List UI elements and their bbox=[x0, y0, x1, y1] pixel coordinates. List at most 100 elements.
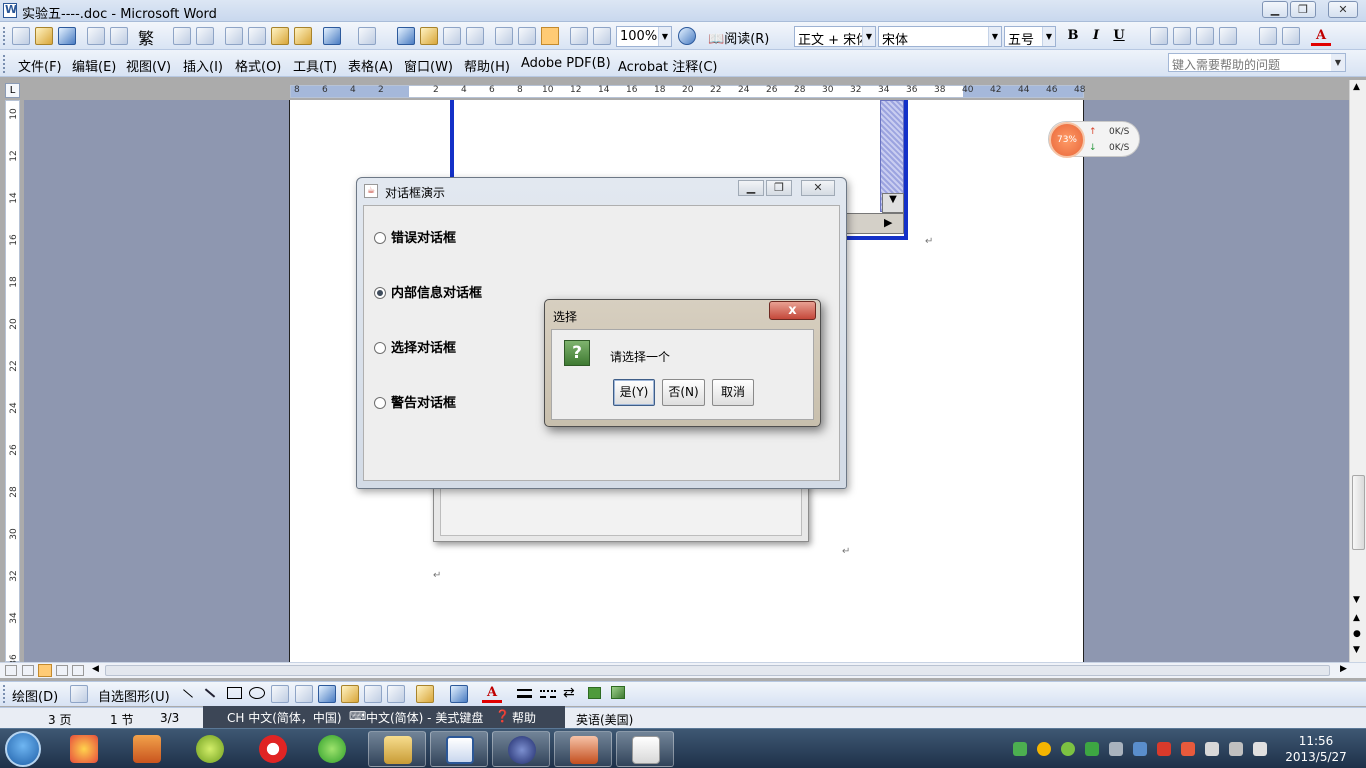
menu-adobe-pdf[interactable]: Adobe PDF(B) bbox=[521, 56, 611, 71]
monitor-icon[interactable] bbox=[1109, 742, 1123, 756]
signal-icon[interactable] bbox=[1253, 742, 1267, 756]
open-folder-icon[interactable] bbox=[35, 27, 53, 45]
vertical-scrollbar[interactable]: ▲ ▼ ▲ ● ▼ bbox=[1349, 80, 1366, 662]
help-search-input[interactable]: 键入需要帮助的问题 ▼ bbox=[1168, 53, 1346, 72]
line-color-icon[interactable] bbox=[450, 685, 468, 703]
web-view-icon[interactable] bbox=[22, 665, 34, 676]
horizontal-ruler[interactable]: 8 6 4 2 2 4 6 8 10 12 14 16 18 20 22 24 26 28 30 32 34 36 38 40… bbox=[290, 85, 1085, 98]
undo-icon[interactable] bbox=[323, 27, 341, 45]
read-button[interactable]: 📖阅读(R) bbox=[708, 28, 769, 47]
cut-icon[interactable] bbox=[225, 27, 243, 45]
insert-excel-icon[interactable] bbox=[466, 27, 484, 45]
save-icon[interactable] bbox=[58, 27, 76, 45]
font-color-button[interactable]: A bbox=[1311, 26, 1331, 46]
underline-button[interactable]: U bbox=[1109, 26, 1129, 46]
dash-style-icon[interactable] bbox=[540, 690, 556, 698]
style-select[interactable]: 正文 + 宋体 ▼ bbox=[794, 26, 876, 48]
show-hide-icon[interactable] bbox=[570, 27, 588, 45]
copy-icon[interactable] bbox=[248, 27, 266, 45]
menu-acrobat-comments[interactable]: Acrobat 注释(C) bbox=[618, 56, 718, 75]
ime-keyboard[interactable]: 中文(简体) - 美式键盘 bbox=[366, 709, 483, 726]
show-formatting-icon[interactable] bbox=[593, 27, 611, 45]
tray-app-icon[interactable] bbox=[1013, 742, 1027, 756]
taskbar-app-3[interactable] bbox=[181, 731, 239, 767]
draw-menu-button[interactable]: 绘图(D) bbox=[12, 686, 58, 705]
insert-table-icon[interactable] bbox=[443, 27, 461, 45]
restore-button[interactable]: ❐ bbox=[1290, 1, 1316, 18]
arrow-icon[interactable] bbox=[204, 688, 216, 698]
clip-art-icon[interactable] bbox=[364, 685, 382, 703]
paste-icon[interactable] bbox=[271, 27, 289, 45]
columns-icon[interactable] bbox=[495, 27, 513, 45]
radio-circle[interactable] bbox=[374, 342, 386, 354]
ime-help[interactable]: 帮助 bbox=[512, 709, 536, 726]
oval-icon[interactable] bbox=[249, 687, 265, 699]
radio-error-dialog[interactable]: 错误对话框 bbox=[374, 227, 456, 246]
hscroll-track[interactable] bbox=[105, 665, 1330, 676]
tables-borders-icon[interactable] bbox=[420, 27, 438, 45]
radio-info-dialog[interactable]: 内部信息对话框 bbox=[374, 282, 482, 301]
cancel-button[interactable]: 取消 bbox=[712, 379, 754, 406]
font-size-select[interactable]: 五号 ▼ bbox=[1004, 26, 1056, 48]
vertical-ruler[interactable]: 10 12 14 16 18 20 22 24 26 28 30 32 34 36 bbox=[5, 100, 20, 666]
taskbar-eclipse[interactable] bbox=[492, 731, 550, 767]
line-spacing-icon[interactable] bbox=[1219, 27, 1237, 45]
close-button[interactable]: ✕ bbox=[1328, 1, 1358, 18]
outline-view-icon[interactable] bbox=[56, 665, 68, 676]
line-style-icon[interactable] bbox=[517, 689, 532, 698]
system-clock[interactable]: 11:56 2013/5/27 bbox=[1276, 733, 1356, 765]
prev-page-icon[interactable]: ▲ bbox=[1353, 613, 1360, 623]
taskbar-powerpoint[interactable] bbox=[554, 731, 612, 767]
minimize-button[interactable]: ▁ bbox=[738, 180, 764, 196]
shield-icon[interactable] bbox=[1085, 742, 1099, 756]
flag-icon[interactable] bbox=[1205, 742, 1219, 756]
radio-circle[interactable] bbox=[374, 232, 386, 244]
menu-file[interactable]: 文件(F) bbox=[18, 56, 62, 75]
numbering-icon[interactable] bbox=[1259, 27, 1277, 45]
hyperlink-icon[interactable] bbox=[397, 27, 415, 45]
new-document-icon[interactable] bbox=[12, 27, 30, 45]
reading-view-icon[interactable] bbox=[72, 665, 84, 676]
italic-button[interactable]: I bbox=[1086, 26, 1106, 46]
close-button[interactable]: ✕ bbox=[801, 180, 835, 196]
arrow-style-icon[interactable]: ⇄ bbox=[563, 685, 575, 701]
drawing-icon[interactable] bbox=[518, 27, 536, 45]
network-icon[interactable] bbox=[1133, 742, 1147, 756]
menu-edit[interactable]: 编辑(E) bbox=[72, 56, 116, 75]
research-icon[interactable] bbox=[196, 27, 214, 45]
chevron-down-icon[interactable]: ▼ bbox=[862, 27, 875, 46]
text-box-icon[interactable] bbox=[271, 685, 289, 703]
print-layout-icon[interactable] bbox=[38, 664, 52, 677]
ime-language[interactable]: CH 中文(简体，中国) bbox=[227, 709, 342, 726]
bullets-icon[interactable] bbox=[1282, 27, 1300, 45]
ime-language-bar[interactable]: CH 中文(简体，中国) ⌨ 中文(简体) - 美式键盘 ❓ 帮助 bbox=[203, 706, 565, 728]
radio-circle-checked[interactable] bbox=[374, 287, 386, 299]
align-left-icon[interactable] bbox=[1150, 27, 1168, 45]
3d-style-icon[interactable] bbox=[611, 686, 625, 699]
menu-view[interactable]: 视图(V) bbox=[126, 56, 171, 75]
menu-help[interactable]: 帮助(H) bbox=[464, 56, 510, 75]
select-browse-icon[interactable]: ● bbox=[1353, 629, 1361, 639]
taskbar-app-5[interactable] bbox=[303, 731, 361, 767]
zoom-select[interactable]: 100% ▼ bbox=[616, 26, 672, 47]
no-button[interactable]: 否(N) bbox=[662, 379, 705, 406]
speaker-icon[interactable] bbox=[1157, 742, 1171, 756]
spelling-icon[interactable] bbox=[173, 27, 191, 45]
scroll-thumb[interactable] bbox=[1352, 475, 1365, 550]
chevron-down-icon[interactable]: ▼ bbox=[1042, 27, 1055, 46]
rectangle-icon[interactable] bbox=[227, 687, 242, 699]
plus-icon[interactable] bbox=[1061, 742, 1075, 756]
autoshapes-button[interactable]: 自选图形(U) bbox=[98, 686, 170, 705]
volume-icon[interactable] bbox=[1229, 742, 1243, 756]
star-icon[interactable] bbox=[1037, 742, 1051, 756]
toolbar-grip[interactable] bbox=[3, 685, 6, 703]
bold-button[interactable]: B bbox=[1063, 26, 1083, 46]
taskbar-app-2[interactable] bbox=[118, 731, 176, 767]
yes-button[interactable]: 是(Y) bbox=[613, 379, 655, 406]
menu-table[interactable]: 表格(A) bbox=[348, 56, 393, 75]
select-objects-icon[interactable] bbox=[70, 685, 88, 703]
normal-view-icon[interactable] bbox=[5, 665, 17, 676]
arrow-up-icon[interactable]: ▲ bbox=[1353, 82, 1360, 92]
menu-tools[interactable]: 工具(T) bbox=[293, 56, 337, 75]
traditional-chinese-button[interactable]: 繁 bbox=[138, 25, 154, 49]
